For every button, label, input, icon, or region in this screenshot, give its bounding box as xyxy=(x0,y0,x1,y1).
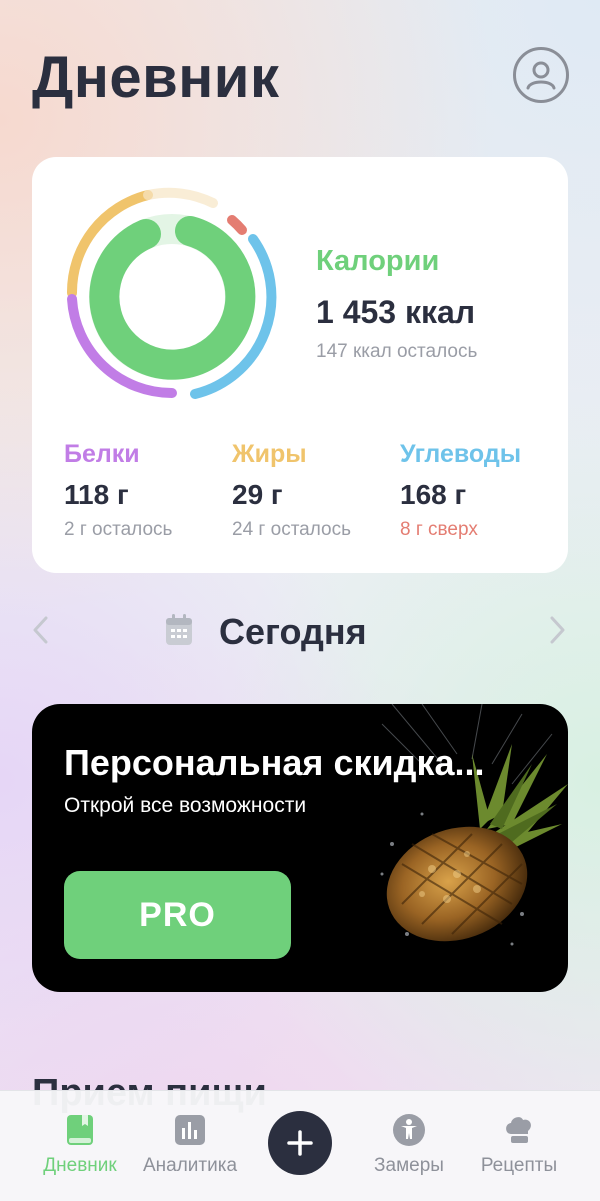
macro-name: Жиры xyxy=(232,440,307,468)
macro-fat: Жиры 29 г 24 г осталось xyxy=(232,440,351,541)
bar-chart-icon xyxy=(175,1115,205,1145)
profile-button[interactable] xyxy=(513,47,569,103)
pro-button[interactable]: PRO xyxy=(64,871,291,959)
promo-title: Персональная скидка... xyxy=(64,742,485,783)
plus-icon xyxy=(287,1130,313,1156)
calendar-icon[interactable] xyxy=(164,613,194,652)
macro-rings-chart xyxy=(66,187,277,399)
body-icon xyxy=(393,1114,425,1146)
fat-ring-remaining xyxy=(143,187,218,208)
calories-title: Калории xyxy=(316,245,440,277)
calories-value: 1 453 ккал xyxy=(316,294,476,330)
calorie-ring-progress xyxy=(89,216,256,380)
macro-remaining: 24 г осталось xyxy=(232,519,352,540)
macro-value: 29 г xyxy=(232,479,283,510)
macro-value: 168 г xyxy=(400,479,467,510)
add-button[interactable] xyxy=(268,1111,332,1175)
macro-name: Углеводы xyxy=(400,440,522,468)
tab-label: Рецепты xyxy=(480,1155,558,1176)
tab-label: Дневник xyxy=(43,1155,117,1176)
tab-analytics[interactable]: Аналитика xyxy=(135,1113,245,1177)
tab-measurements[interactable]: Замеры xyxy=(354,1113,464,1177)
calories-remaining: 147 ккал осталось xyxy=(316,341,478,362)
book-icon xyxy=(67,1115,93,1145)
calories-block: Калории 1 453 ккал 147 ккал осталось xyxy=(316,245,477,363)
carbs-ring-over xyxy=(227,215,247,235)
macro-remaining: 2 г осталось xyxy=(64,519,173,540)
macro-name: Белки xyxy=(64,440,140,468)
tab-label: Замеры xyxy=(374,1155,444,1176)
macro-over: 8 г сверх xyxy=(400,519,478,540)
promo-banner[interactable]: Персональная скидка... Открой все возмож… xyxy=(32,704,568,992)
macro-value: 118 г xyxy=(64,479,129,510)
date-label[interactable]: Сегодня xyxy=(219,611,367,653)
tab-recipes[interactable]: Рецепты xyxy=(464,1113,574,1177)
chevron-left-icon[interactable] xyxy=(32,615,50,653)
pro-button-label: PRO xyxy=(139,895,216,934)
promo-subtitle: Открой все возможности xyxy=(64,794,307,817)
date-navigation: Сегодня xyxy=(0,605,600,655)
tab-label: Аналитика xyxy=(142,1155,238,1176)
nutrition-summary-card[interactable]: Калории 1 453 ккал 147 ккал осталось Бел… xyxy=(32,157,568,573)
tab-bar: Дневник Аналитика Замеры Рецепты xyxy=(0,1090,600,1201)
chef-hat-icon xyxy=(506,1117,531,1143)
tab-diary[interactable]: Дневник xyxy=(25,1113,135,1177)
macro-protein: Белки 118 г 2 г осталось xyxy=(64,440,172,541)
chevron-right-icon[interactable] xyxy=(548,615,566,653)
macro-carbs: Углеводы 168 г 8 г сверх xyxy=(400,440,521,541)
page-title: Дневник xyxy=(32,45,280,110)
user-icon xyxy=(526,61,556,90)
